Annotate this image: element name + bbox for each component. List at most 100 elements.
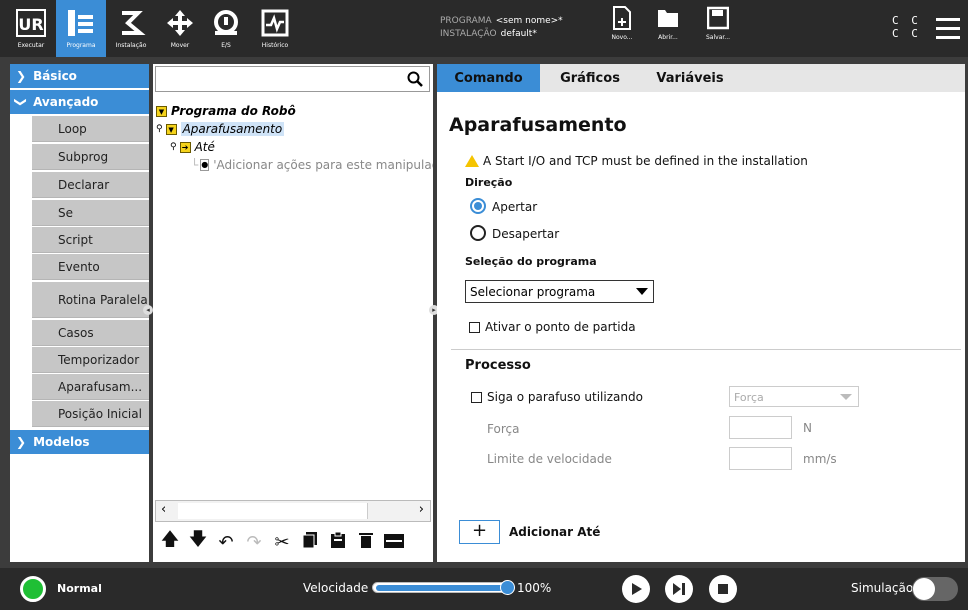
tree-node-root-label: Programa do Robô (171, 104, 296, 118)
new-button[interactable]: Novo... (608, 6, 636, 41)
new-file-icon (613, 6, 631, 30)
tab-variables[interactable]: Variáveis (640, 64, 740, 92)
program-tab[interactable]: Programa (56, 0, 106, 57)
palette-item-declare[interactable]: Declarar (32, 172, 149, 198)
radio-loosen[interactable] (470, 225, 486, 241)
palette-item-screwdriving[interactable]: Aparafusam... (32, 374, 149, 400)
robot-status-icon[interactable] (20, 576, 46, 602)
play-button[interactable] (622, 575, 650, 603)
follow-method-select[interactable]: Força (729, 386, 859, 407)
scroll-right-icon[interactable]: › (419, 502, 424, 517)
tree-node-comment[interactable]: └ ● 'Adicionar ações para este manipulad… (191, 158, 433, 172)
palette-item-home[interactable]: Posição Inicial (32, 401, 149, 427)
category-advanced[interactable]: ❯ Avançado (10, 90, 149, 114)
force-unit: N (803, 421, 812, 435)
palette-item-cases[interactable]: Casos (32, 320, 149, 346)
palette-item-event[interactable]: Evento (32, 254, 149, 280)
force-input[interactable] (729, 416, 792, 439)
program-tab-label: Programa (66, 42, 96, 49)
program-key: PROGRAMA (440, 16, 492, 26)
stop-button[interactable] (709, 575, 737, 603)
tree-horizontal-scrollbar[interactable]: ‹ › (155, 500, 431, 522)
speed-label: Velocidade (303, 581, 369, 595)
move-down-icon[interactable]: 🡇 (187, 527, 209, 557)
left-splitter-handle[interactable]: ◂ (143, 305, 153, 315)
tab-command[interactable]: Comando (437, 64, 540, 92)
cc-indicator: C C C C (892, 14, 921, 40)
scrollbar-thumb[interactable] (178, 503, 368, 519)
tree-node-comment-label: 'Adicionar ações para este manipulador (213, 158, 433, 172)
installation-key: INSTALAÇÃO (440, 29, 497, 39)
node-title: Aparafusamento (449, 114, 627, 136)
search-icon[interactable] (407, 71, 423, 91)
simulation-toggle[interactable] (912, 577, 958, 601)
speed-slider-knob[interactable] (500, 580, 515, 595)
simulation-label: Simulação (851, 581, 914, 595)
warning-icon (465, 155, 479, 167)
move-up-icon[interactable]: 🡅 (159, 527, 181, 557)
cut-icon[interactable]: ✂ (271, 532, 293, 553)
follow-screw-checkbox[interactable] (471, 392, 482, 403)
redo-icon[interactable]: ↷ (243, 532, 265, 553)
suppress-icon[interactable] (383, 532, 405, 553)
play-icon (632, 583, 642, 595)
installation-tab[interactable]: Instalação (108, 0, 154, 57)
tree-node-until[interactable]: ⚲ ➔ Até (170, 140, 420, 154)
copy-icon[interactable] (299, 531, 321, 553)
step-button[interactable] (665, 575, 693, 603)
io-tab[interactable]: E/S (206, 0, 246, 57)
speed-slider[interactable] (372, 582, 512, 593)
paste-icon[interactable] (327, 531, 349, 553)
save-icon (707, 6, 729, 30)
open-button[interactable]: Abrir... (654, 6, 682, 41)
palette-item-parallel-routine[interactable]: Rotina Paralela (32, 282, 149, 318)
delete-icon[interactable] (355, 532, 377, 553)
start-point-label: Ativar o ponto de partida (485, 320, 636, 334)
node-palette: ❯ Básico ❯ Avançado Loop Subprog Declarar … (10, 64, 149, 562)
palette-item-timer[interactable]: Temporizador (32, 347, 149, 373)
undo-icon[interactable]: ↶ (215, 532, 237, 553)
installation-tab-label: Instalação (115, 42, 147, 49)
tree-node-root[interactable]: ▼ Programa do Robô (156, 104, 426, 118)
tree-node-screwdriving[interactable]: ⚲ ▼ Aparafusamento (156, 122, 426, 136)
add-until-label[interactable]: Adicionar Até (509, 525, 600, 539)
palette-item-loop[interactable]: Loop (32, 116, 149, 142)
open-folder-icon (658, 10, 678, 27)
palette-item-if[interactable]: Se (32, 200, 149, 226)
ur-logo-icon: UR (16, 8, 46, 38)
collapse-toggle-icon[interactable]: ▼ (165, 123, 177, 135)
hamburger-menu-icon[interactable] (936, 18, 960, 40)
palette-item-subprog[interactable]: Subprog (32, 144, 149, 170)
speed-limit-input[interactable] (729, 447, 792, 470)
pin-icon: ⚲ (156, 124, 163, 134)
category-templates[interactable]: ❯ Modelos (10, 430, 149, 454)
tree-search-input[interactable] (155, 66, 430, 92)
speed-value: 100% (517, 581, 552, 595)
program-select[interactable]: Selecionar programa (465, 280, 654, 303)
io-tab-label: E/S (221, 42, 231, 49)
program-info: PROGRAMA <sem nome>* INSTALAÇÃO default* (440, 15, 563, 41)
bottom-bar: Normal Velocidade 100% Simulação (0, 568, 968, 610)
run-tab[interactable]: UR Executar (8, 0, 54, 57)
svg-text:UR: UR (18, 15, 43, 34)
program-selection-label: Seleção do programa (465, 255, 597, 268)
category-advanced-label: Avançado (33, 95, 99, 109)
chevron-right-icon: ❯ (16, 435, 27, 449)
add-until-button[interactable]: + (459, 520, 500, 544)
save-button[interactable]: Salvar... (703, 6, 733, 41)
tab-graphics[interactable]: Gráficos (540, 64, 640, 92)
start-point-checkbox[interactable] (469, 322, 480, 333)
palette-item-script[interactable]: Script (32, 227, 149, 253)
category-basic-label: Básico (33, 69, 77, 83)
move-tab[interactable]: Mover (160, 0, 200, 57)
history-tab[interactable]: Histórico (252, 0, 298, 57)
program-tree-panel: ▼ Programa do Robô ⚲ ▼ Aparafusamento ⚲ … (153, 64, 433, 562)
installation-name: default* (500, 29, 537, 39)
stop-icon (718, 584, 728, 594)
radio-tighten[interactable] (470, 198, 486, 214)
collapse-toggle-icon[interactable]: ▼ (156, 105, 167, 117)
category-basic[interactable]: ❯ Básico (10, 64, 149, 88)
save-button-label: Salvar... (705, 34, 731, 41)
scroll-left-icon[interactable]: ‹ (161, 502, 166, 517)
toggle-knob (913, 578, 935, 600)
